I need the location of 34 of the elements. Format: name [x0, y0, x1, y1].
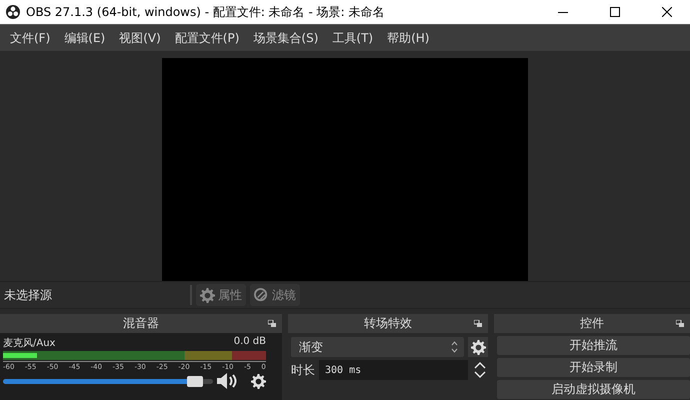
gear-icon	[251, 374, 266, 388]
control-button[interactable]: 开始推流	[497, 336, 690, 355]
dock-title: 控件	[580, 315, 604, 332]
control-button[interactable]: 开始录制	[497, 358, 690, 377]
maximize-icon[interactable]	[610, 7, 620, 17]
app-logo-icon	[6, 5, 20, 19]
slider-thumb[interactable]	[186, 376, 202, 386]
undock-icon[interactable]	[474, 320, 482, 327]
gear-icon	[200, 288, 215, 302]
menu-item[interactable]: 配置文件(P)	[168, 30, 246, 46]
menu-item[interactable]: 视图(V)	[113, 30, 167, 46]
control-button[interactable]: 启动虚拟摄像机	[497, 380, 690, 399]
menu-item[interactable]: 工具(T)	[326, 30, 380, 46]
transition-settings-button[interactable]	[468, 337, 488, 357]
speaker-icon[interactable]	[217, 373, 239, 389]
dock-title: 混音器	[123, 315, 159, 332]
dock-title: 转场特效	[364, 315, 412, 332]
menu-item[interactable]: 文件(F)	[4, 30, 56, 46]
duration-field[interactable]: 300 ms	[319, 360, 468, 380]
transition-dropdown[interactable]: 渐变	[291, 337, 464, 357]
menu-item[interactable]: 帮助(H)	[381, 30, 436, 46]
undock-icon[interactable]	[268, 320, 276, 327]
duration-label: 时长	[291, 362, 315, 378]
close-icon[interactable]	[662, 7, 672, 17]
updown-icon	[451, 341, 458, 353]
spin-arrows-icon[interactable]	[473, 361, 487, 379]
volume-reading: 0.0 dB	[234, 336, 266, 349]
menu-item[interactable]: 场景集合(S)	[247, 30, 324, 46]
window-title: OBS 27.1.3 (64-bit, windows) - 配置文件: 未命名 - 场景: 未命名	[26, 4, 386, 20]
menu-item[interactable]: 编辑(E)	[58, 30, 112, 46]
channel-name: 麦克风/Aux	[3, 336, 56, 350]
gear-icon	[470, 340, 486, 354]
source-label: 未选择源	[3, 286, 53, 304]
undock-icon[interactable]	[676, 320, 684, 327]
